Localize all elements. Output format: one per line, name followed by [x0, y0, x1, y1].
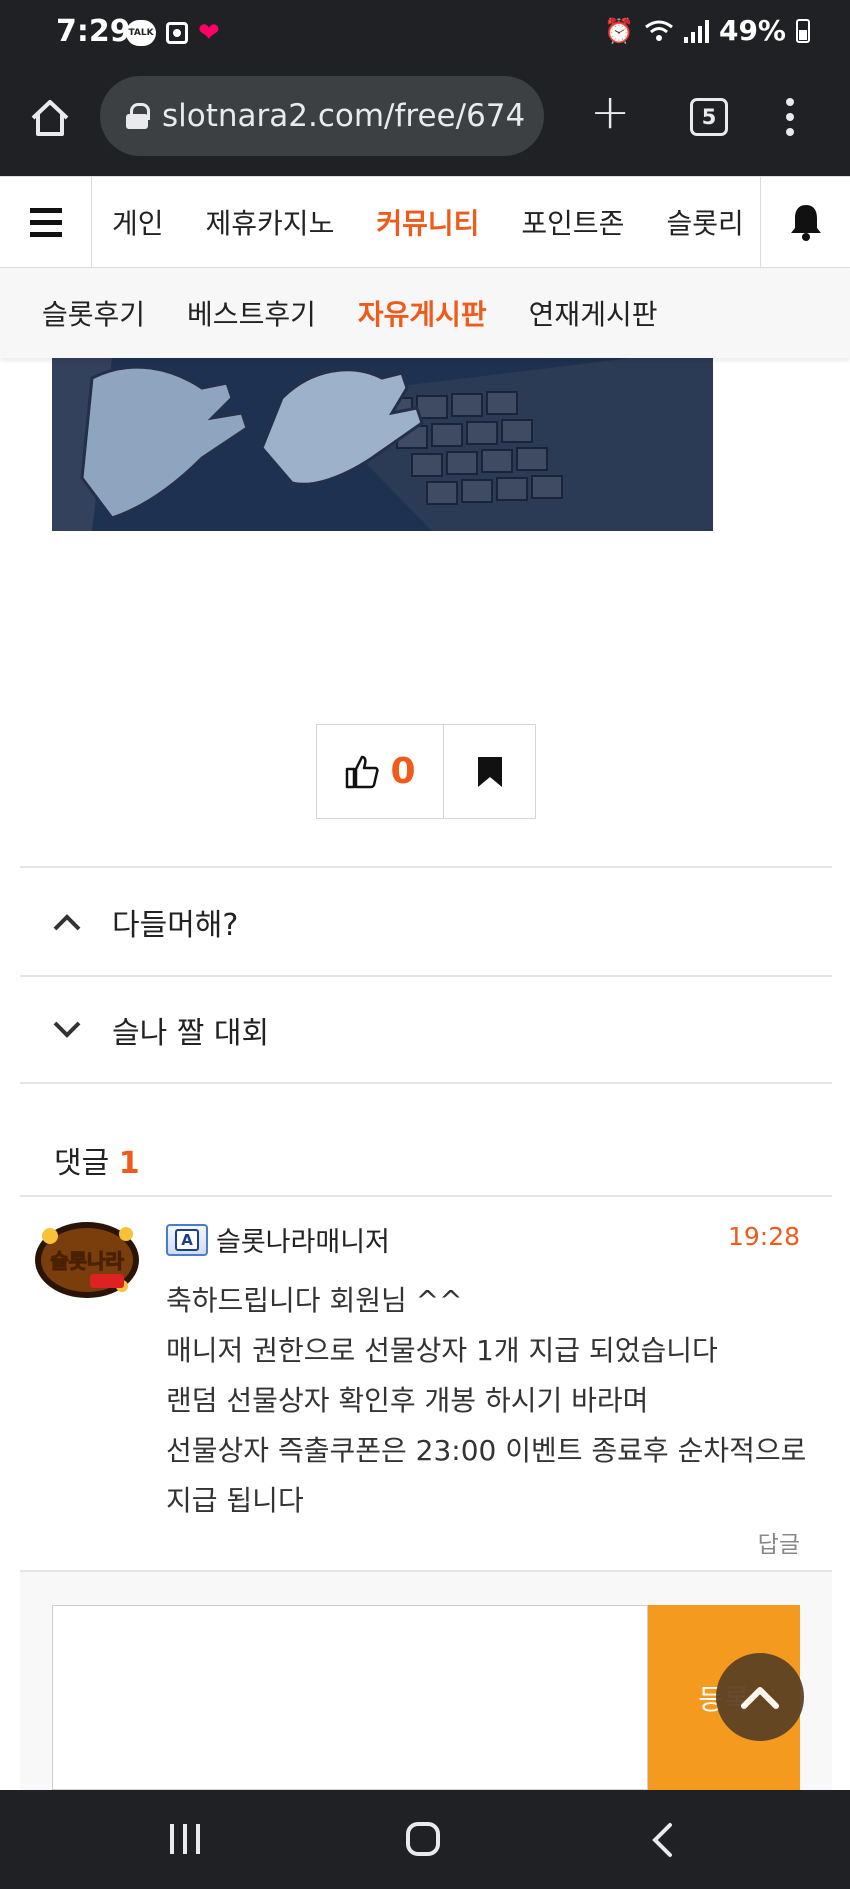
like-button[interactable]: 0	[317, 725, 444, 818]
android-nav-bar	[0, 1790, 850, 1889]
avatar: 슬롯나라	[30, 1216, 144, 1304]
signal-icon	[683, 19, 709, 43]
subnav-best-review[interactable]: 베스트후기	[187, 293, 316, 333]
comment-author-name: 슬롯나라매니저	[216, 1227, 390, 1258]
nav-item-slot[interactable]: 슬롯리	[666, 202, 743, 242]
comment-time: 19:28	[727, 1222, 800, 1251]
comment-author[interactable]: A 슬롯나라매니저	[166, 1220, 390, 1259]
tab-switcher-button[interactable]: 5	[690, 98, 728, 136]
alarm-icon: ⏰	[604, 16, 634, 45]
chevron-up-icon	[53, 913, 81, 930]
lock-icon	[126, 103, 150, 129]
site-nav: 게인 제휴카지노 커뮤니티 포인트존 슬롯리	[0, 176, 850, 268]
comments-count: 1	[118, 1146, 140, 1181]
nav-item-point-zone[interactable]: 포인트존	[521, 202, 624, 242]
like-count: 0	[390, 751, 416, 792]
recent-apps-icon[interactable]	[170, 1824, 200, 1854]
chevron-up-icon	[741, 1687, 779, 1709]
reply-link[interactable]: 답글	[758, 1525, 800, 1559]
subnav-serial-board[interactable]: 연재게시판	[529, 293, 658, 333]
comment-line: 랜덤 선물상자 확인후 개봉 하시기 바라며	[166, 1384, 649, 1417]
new-tab-icon[interactable]: +	[590, 88, 630, 136]
comment-line: 축하드립니다 회원님 ^^	[166, 1284, 463, 1317]
next-post-title: 슬나 짤 대회	[112, 1015, 270, 1051]
wifi-icon	[645, 20, 673, 41]
comment-line: 지급 됩니다	[166, 1484, 304, 1517]
bookmark-icon	[477, 756, 502, 787]
status-bar: 7:29 TALK ❤ ⏰ 49%	[0, 0, 850, 68]
post-actions: 0	[316, 724, 536, 819]
battery-icon	[796, 18, 810, 43]
nav-item-game[interactable]: 게인	[112, 202, 164, 242]
thumbs-up-icon	[346, 755, 380, 788]
address-bar[interactable]: slotnara2.com/free/674	[100, 76, 544, 156]
notification-bell[interactable]	[760, 177, 850, 267]
comments-label: 댓글	[54, 1146, 110, 1181]
battery-percent: 49%	[718, 14, 786, 47]
hamburger-menu-icon[interactable]	[0, 177, 92, 267]
notification-icons: TALK ❤	[126, 20, 220, 46]
camera-app-icon	[166, 22, 188, 44]
home-icon[interactable]	[28, 96, 72, 140]
subnav-slot-review[interactable]: 슬롯후기	[42, 293, 145, 333]
system-icons: ⏰ 49%	[604, 14, 810, 47]
post-image	[52, 358, 713, 531]
url-text: slotnara2.com/free/674	[162, 98, 526, 134]
admin-badge-icon: A	[166, 1223, 208, 1256]
nav-item-partner-casino[interactable]: 제휴카지노	[206, 202, 335, 242]
bell-icon	[790, 205, 821, 241]
home-nav-icon[interactable]	[406, 1822, 440, 1856]
subnav-free-board[interactable]: 자유게시판	[358, 293, 487, 333]
more-menu-icon[interactable]	[786, 98, 794, 136]
comment-line: 매니저 권한으로 선물상자 1개 지급 되었습니다	[166, 1334, 718, 1367]
status-time: 7:29	[56, 14, 131, 49]
back-icon[interactable]	[650, 1822, 674, 1858]
heart-icon: ❤	[198, 18, 220, 48]
comments-heading: 댓글 1	[54, 1138, 140, 1182]
next-post-link[interactable]: 슬나 짤 대회	[20, 975, 832, 1084]
bookmark-button[interactable]	[444, 725, 535, 818]
prev-post-link[interactable]: 다들머해?	[20, 866, 832, 975]
comment-body: 축하드립니다 회원님 ^^ 매니저 권한으로 선물상자 1개 지급 되었습니다 …	[166, 1276, 816, 1526]
scroll-to-top-button[interactable]	[716, 1653, 804, 1741]
comment-line: 선물상자 즉출쿠폰은 23:00 이벤트 종료후 순차적으로	[166, 1434, 807, 1467]
sub-nav: 슬롯후기 베스트후기 자유게시판 연재게시판	[0, 268, 850, 358]
comment-input[interactable]	[52, 1605, 648, 1790]
nav-item-community[interactable]: 커뮤니티	[376, 202, 479, 242]
kakaotalk-icon: TALK	[126, 20, 156, 46]
prev-post-title: 다들머해?	[112, 907, 239, 943]
browser-toolbar: slotnara2.com/free/674 + 5	[0, 68, 850, 176]
avatar-logo-text: 슬롯나라	[50, 1249, 124, 1273]
chevron-down-icon	[53, 1021, 81, 1038]
main-menu: 게인 제휴카지노 커뮤니티 포인트존 슬롯리	[112, 177, 760, 267]
divider	[20, 1195, 832, 1197]
